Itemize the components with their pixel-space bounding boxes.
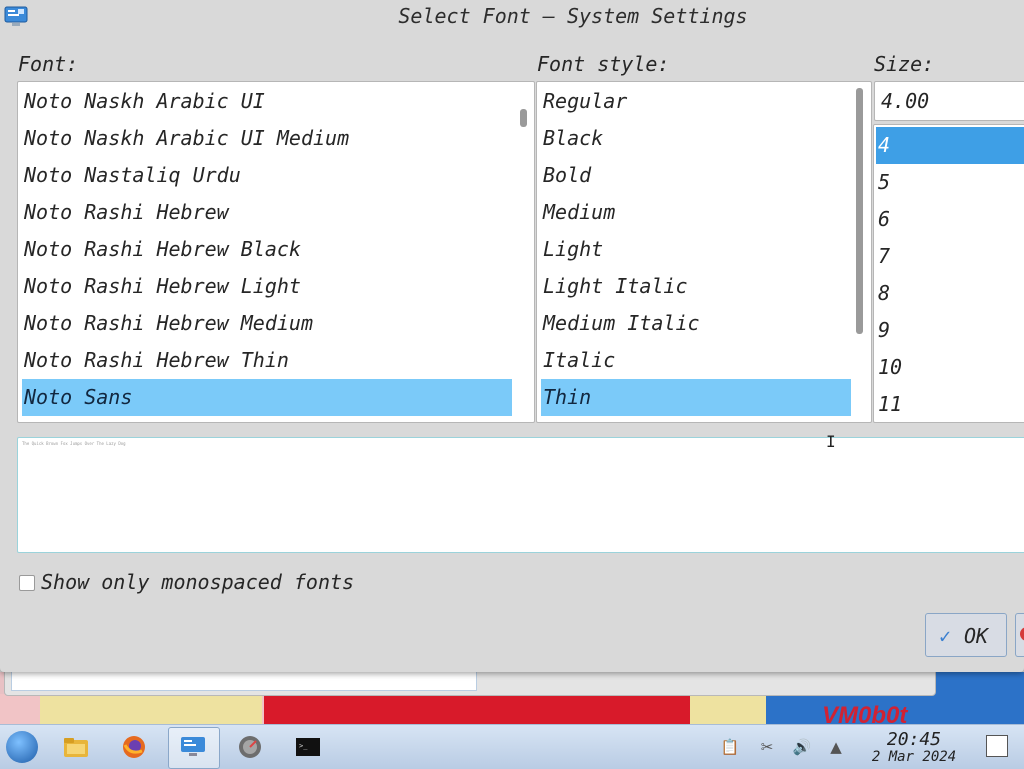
ok-button-label: OK [964,624,989,648]
style-list-item[interactable]: Regular [541,83,867,120]
monospace-checkbox-label[interactable]: Show only monospaced fonts [41,570,354,594]
font-list-scrollbar-thumb[interactable] [520,109,527,127]
size-input[interactable] [874,81,1024,121]
expand-tray-icon[interactable]: ▲ [826,737,846,757]
preview-text: The Quick Brown Fox Jumps Over The Lazy … [22,441,126,446]
size-list-item[interactable]: 6 [876,201,1024,238]
firefox-icon[interactable] [120,733,148,761]
font-list-item[interactable]: Noto Naskh Arabic UI [22,83,530,120]
window-title: Select Font — System Settings [398,4,748,28]
terminal-icon[interactable]: >_ [294,733,322,761]
font-label: Font: [18,52,79,76]
disk-utility-icon[interactable] [236,733,264,761]
font-list-item[interactable]: Noto Rashi Hebrew Light [22,268,530,305]
style-list-item[interactable]: Bold [541,157,867,194]
font-style-label: Font style: [537,52,670,76]
style-list-item[interactable]: Black [541,120,867,157]
start-orb-icon[interactable] [6,731,38,763]
checkmark-icon: ✓ [939,624,952,648]
monospace-checkbox[interactable] [19,575,35,591]
show-desktop-button[interactable] [986,735,1008,757]
clock-time[interactable]: 20:45 [858,729,970,750]
size-list-item[interactable]: 9 [876,312,1024,349]
font-list-item[interactable]: Noto Rashi Hebrew Medium [22,305,530,342]
font-list-item[interactable]: Noto Rashi Hebrew [22,194,530,231]
size-list-item[interactable]: 8 [876,275,1024,312]
style-list-item-selected[interactable]: Thin [541,379,851,416]
taskbar: >_ 📋 ✂ 🔊 ▲ 20:45 2 Mar 2024 [0,724,1024,769]
style-list-item[interactable]: Light [541,231,867,268]
size-list-item[interactable]: 11 [876,386,1024,422]
style-list-item[interactable]: Medium Italic [541,305,867,342]
volume-icon[interactable]: 🔊 [792,737,812,757]
size-list-item[interactable]: 7 [876,238,1024,275]
font-list-item[interactable]: Noto Nastaliq Urdu [22,157,530,194]
font-list-item[interactable]: Noto Naskh Arabic UI Medium [22,120,530,157]
font-list-item[interactable]: Noto Rashi Hebrew Black [22,231,530,268]
cancel-button[interactable] [1015,613,1024,657]
svg-text:>_: >_ [299,742,308,750]
clock-date[interactable]: 2 Mar 2024 [858,749,970,765]
font-preview-area[interactable]: The Quick Brown Fox Jumps Over The Lazy … [17,437,1024,553]
size-list[interactable]: 4 5 6 7 8 9 10 11 [873,124,1024,423]
size-list-item[interactable]: 5 [876,164,1024,201]
cancel-icon [1020,627,1024,641]
font-list-item-selected[interactable]: Noto Sans [22,379,512,416]
style-list-item[interactable]: Italic [541,342,867,379]
clipboard-icon[interactable]: 📋 [720,737,740,757]
ok-button[interactable]: ✓ OK [925,613,1007,657]
size-label: Size: [874,52,935,76]
title-bar[interactable]: Select Font — System Settings [0,0,1024,34]
font-list[interactable]: Noto Naskh Arabic UI Noto Naskh Arabic U… [17,81,535,423]
system-settings-icon[interactable] [179,733,207,761]
text-cursor-icon: I [826,432,836,451]
size-list-item[interactable]: 10 [876,349,1024,386]
select-font-dialog: Select Font — System Settings Font: Noto… [0,0,1024,672]
scissors-icon[interactable]: ✂ [757,737,777,757]
font-list-item[interactable]: Noto Rashi Hebrew Thin [22,342,530,379]
style-list-item[interactable]: Light Italic [541,268,867,305]
style-list-item[interactable]: Medium [541,194,867,231]
size-list-item-selected[interactable]: 4 [876,127,1024,164]
style-list-scrollbar-thumb[interactable] [856,88,863,334]
font-style-list[interactable]: Regular Black Bold Medium Light Light It… [536,81,872,423]
file-manager-icon[interactable] [62,733,90,761]
